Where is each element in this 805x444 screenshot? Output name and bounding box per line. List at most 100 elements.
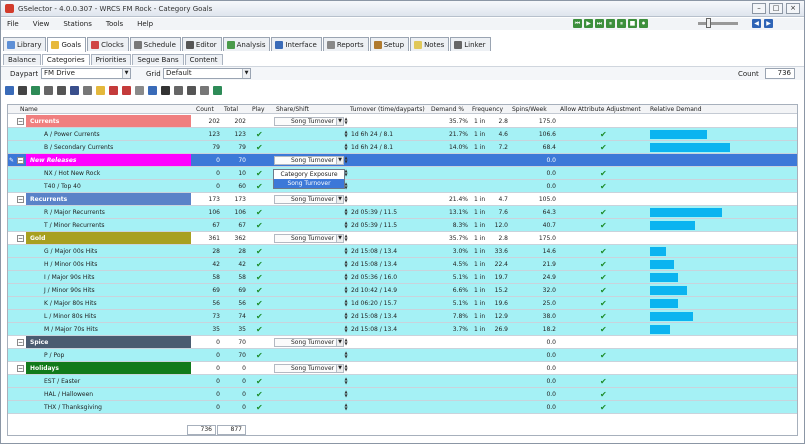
close-icon[interactable]: × xyxy=(786,3,800,14)
col-play[interactable]: Play xyxy=(252,105,265,114)
subcategory-row[interactable]: I / Major 90s Hits ✔ ▲ ▼ ✔ 58 58 2d 05:36 / 16.… xyxy=(8,271,797,284)
maximize-icon[interactable]: □ xyxy=(769,3,783,14)
allow-check-icon[interactable]: ✔ xyxy=(600,297,607,310)
subcategory-row[interactable]: THX / Thanksgiving ✔ ▲ ▼ ✔ 0 0 0.0 xyxy=(8,401,797,414)
chart-icon[interactable] xyxy=(148,86,157,95)
subtab-balance[interactable]: Balance xyxy=(3,54,41,65)
minimize-icon[interactable]: – xyxy=(752,3,766,14)
share-shift-select[interactable]: Song Turnover ▼ xyxy=(274,195,344,204)
play-icon[interactable]: ▶ xyxy=(584,19,593,28)
collapse-icon[interactable]: − xyxy=(17,157,24,164)
play-check-icon[interactable]: ✔ xyxy=(256,141,263,154)
subcategory-row[interactable]: T / Minor Recurrents ✔ ▲ ▼ ✔ 67 67 2d 05:39 / 1… xyxy=(8,219,797,232)
back-icon[interactable]: ◀ xyxy=(752,19,761,28)
stop-icon[interactable] xyxy=(161,86,170,95)
spinner-arrows-icon[interactable]: ▲ ▼ xyxy=(343,130,349,139)
category-row[interactable]: − Currents Song Turnover ▼ 202 202 ▲ ▼ 35.7% 1 in… xyxy=(8,115,797,128)
play-check-icon[interactable]: ✔ xyxy=(256,375,263,388)
tab-setup[interactable]: Setup xyxy=(369,37,410,51)
category-row[interactable]: − New Releases Song Turnover ▼ 0 70 ▲ ▼ 0.0 ✎ xyxy=(8,154,797,167)
play-check-icon[interactable]: ✔ xyxy=(256,297,263,310)
collapse-icon[interactable]: − xyxy=(17,235,24,242)
subcategory-row[interactable]: G / Major 00s Hits ✔ ▲ ▼ ✔ 28 28 2d 15:08 / 13.… xyxy=(8,245,797,258)
subcategory-row[interactable]: EST / Easter ✔ ▲ ▼ ✔ 0 0 0.0 xyxy=(8,375,797,388)
spinner-arrows-icon[interactable]: ▲ ▼ xyxy=(343,117,349,126)
category-row[interactable]: − Recurrents Song Turnover ▼ 173 173 ▲ ▼ 21.4% 1 … xyxy=(8,193,797,206)
menu-tools[interactable]: Tools xyxy=(106,20,123,28)
tab-editor[interactable]: Editor xyxy=(181,37,222,51)
refresh-icon[interactable] xyxy=(31,86,40,95)
play-check-icon[interactable]: ✔ xyxy=(256,401,263,414)
allow-check-icon[interactable]: ✔ xyxy=(600,245,607,258)
category-row[interactable]: − Spice Song Turnover ▼ 0 70 ▲ ▼ 0.0 xyxy=(8,336,797,349)
collapse-icon[interactable]: − xyxy=(17,365,24,372)
spinner-arrows-icon[interactable]: ▲ ▼ xyxy=(343,221,349,230)
share-shift-select[interactable]: Song Turnover ▼ xyxy=(274,234,344,243)
share-shift-select[interactable]: Song Turnover ▼ xyxy=(274,117,344,126)
play-start-icon[interactable]: ⏮ xyxy=(573,19,582,28)
subcategory-row[interactable]: NX / Hot New Rock ✔ ▲ ▼ ✔ 0 10 0.0 xyxy=(8,167,797,180)
spinner-arrows-icon[interactable]: ▲ ▼ xyxy=(343,390,349,399)
allow-check-icon[interactable]: ✔ xyxy=(600,258,607,271)
step-icon[interactable]: ⏭ xyxy=(595,19,604,28)
spinner-arrows-icon[interactable]: ▲ ▼ xyxy=(343,403,349,412)
share-shift-select[interactable]: Song Turnover ▼ xyxy=(274,338,344,347)
subcategory-row[interactable]: M / Major 70s Hits ✔ ▲ ▼ ✔ 35 35 2d 15:08 / 13.… xyxy=(8,323,797,336)
col-allow[interactable]: Allow Attribute Adjustment xyxy=(560,105,641,114)
play-check-icon[interactable]: ✔ xyxy=(256,323,263,336)
spinner-arrows-icon[interactable]: ▲ ▼ xyxy=(343,156,349,165)
tab-goals[interactable]: Goals xyxy=(47,37,87,52)
folder-icon[interactable] xyxy=(96,86,105,95)
delete-icon[interactable] xyxy=(57,86,66,95)
spinner-arrows-icon[interactable]: ▲ ▼ xyxy=(343,234,349,243)
checkmark-icon[interactable] xyxy=(213,86,222,95)
flag-icon[interactable] xyxy=(122,86,131,95)
play-check-icon[interactable]: ✔ xyxy=(256,388,263,401)
allow-check-icon[interactable]: ✔ xyxy=(600,349,607,362)
spinner-arrows-icon[interactable]: ▲ ▼ xyxy=(343,247,349,256)
col-name[interactable]: Name xyxy=(20,105,38,114)
menu-help[interactable]: Help xyxy=(137,20,153,28)
play-check-icon[interactable]: ✔ xyxy=(256,219,263,232)
forward-icon[interactable]: ▶ xyxy=(764,19,773,28)
allow-check-icon[interactable]: ✔ xyxy=(600,310,607,323)
spinner-arrows-icon[interactable]: ▲ ▼ xyxy=(343,312,349,321)
tab-schedule[interactable]: Schedule xyxy=(129,37,181,51)
tab-notes[interactable]: Notes xyxy=(410,37,450,51)
subtab-priorities[interactable]: Priorities xyxy=(90,54,132,65)
tab-clocks[interactable]: Clocks xyxy=(87,37,129,51)
subtab-content[interactable]: Content xyxy=(184,54,223,65)
allow-check-icon[interactable]: ✔ xyxy=(600,219,607,232)
play-check-icon[interactable]: ✔ xyxy=(256,180,263,193)
settings-icon[interactable] xyxy=(200,86,209,95)
play-check-icon[interactable]: ✔ xyxy=(256,245,263,258)
play-check-icon[interactable]: ✔ xyxy=(256,310,263,323)
daypart-select[interactable]: FM Drive ▼ xyxy=(41,68,131,79)
subcategory-row[interactable]: P / Pop ✔ ▲ ▼ ✔ 0 70 0.0 xyxy=(8,349,797,362)
col-share[interactable]: Share/Shift xyxy=(276,105,309,114)
menu-stations[interactable]: Stations xyxy=(63,20,92,28)
page-icon[interactable] xyxy=(135,86,144,95)
subcategory-row[interactable]: L / Minor 80s Hits ✔ ▲ ▼ ✔ 73 74 2d 15:08 / 13.… xyxy=(8,310,797,323)
play-check-icon[interactable]: ✔ xyxy=(256,349,263,362)
spinner-arrows-icon[interactable]: ▲ ▼ xyxy=(343,143,349,152)
clock-icon[interactable] xyxy=(187,86,196,95)
tab-reports[interactable]: Reports xyxy=(322,37,369,51)
tab-library[interactable]: Library xyxy=(3,37,47,51)
subcategory-row[interactable]: B / Secondary Currents ✔ ▲ ▼ ✔ 79 79 1d 6h 24 /… xyxy=(8,141,797,154)
allow-check-icon[interactable]: ✔ xyxy=(600,128,607,141)
subtab-segue-bans[interactable]: Segue Bans xyxy=(132,54,184,65)
spinner-arrows-icon[interactable]: ▲ ▼ xyxy=(343,364,349,373)
play-check-icon[interactable]: ✔ xyxy=(256,167,263,180)
grid-select[interactable]: Default ▼ xyxy=(163,68,251,79)
grid-icon[interactable] xyxy=(5,86,14,95)
allow-check-icon[interactable]: ✔ xyxy=(600,323,607,336)
spinner-arrows-icon[interactable]: ▲ ▼ xyxy=(343,338,349,347)
sort-icon[interactable] xyxy=(18,86,27,95)
subcategory-row[interactable]: R / Major Recurrents ✔ ▲ ▼ ✔ 106 106 2d 05:39 /… xyxy=(8,206,797,219)
tab-analysis[interactable]: Analysis xyxy=(222,37,271,51)
col-spins[interactable]: Spins/Week xyxy=(512,105,547,114)
play-check-icon[interactable]: ✔ xyxy=(256,206,263,219)
menu-view[interactable]: View xyxy=(33,20,50,28)
spinner-arrows-icon[interactable]: ▲ ▼ xyxy=(343,273,349,282)
